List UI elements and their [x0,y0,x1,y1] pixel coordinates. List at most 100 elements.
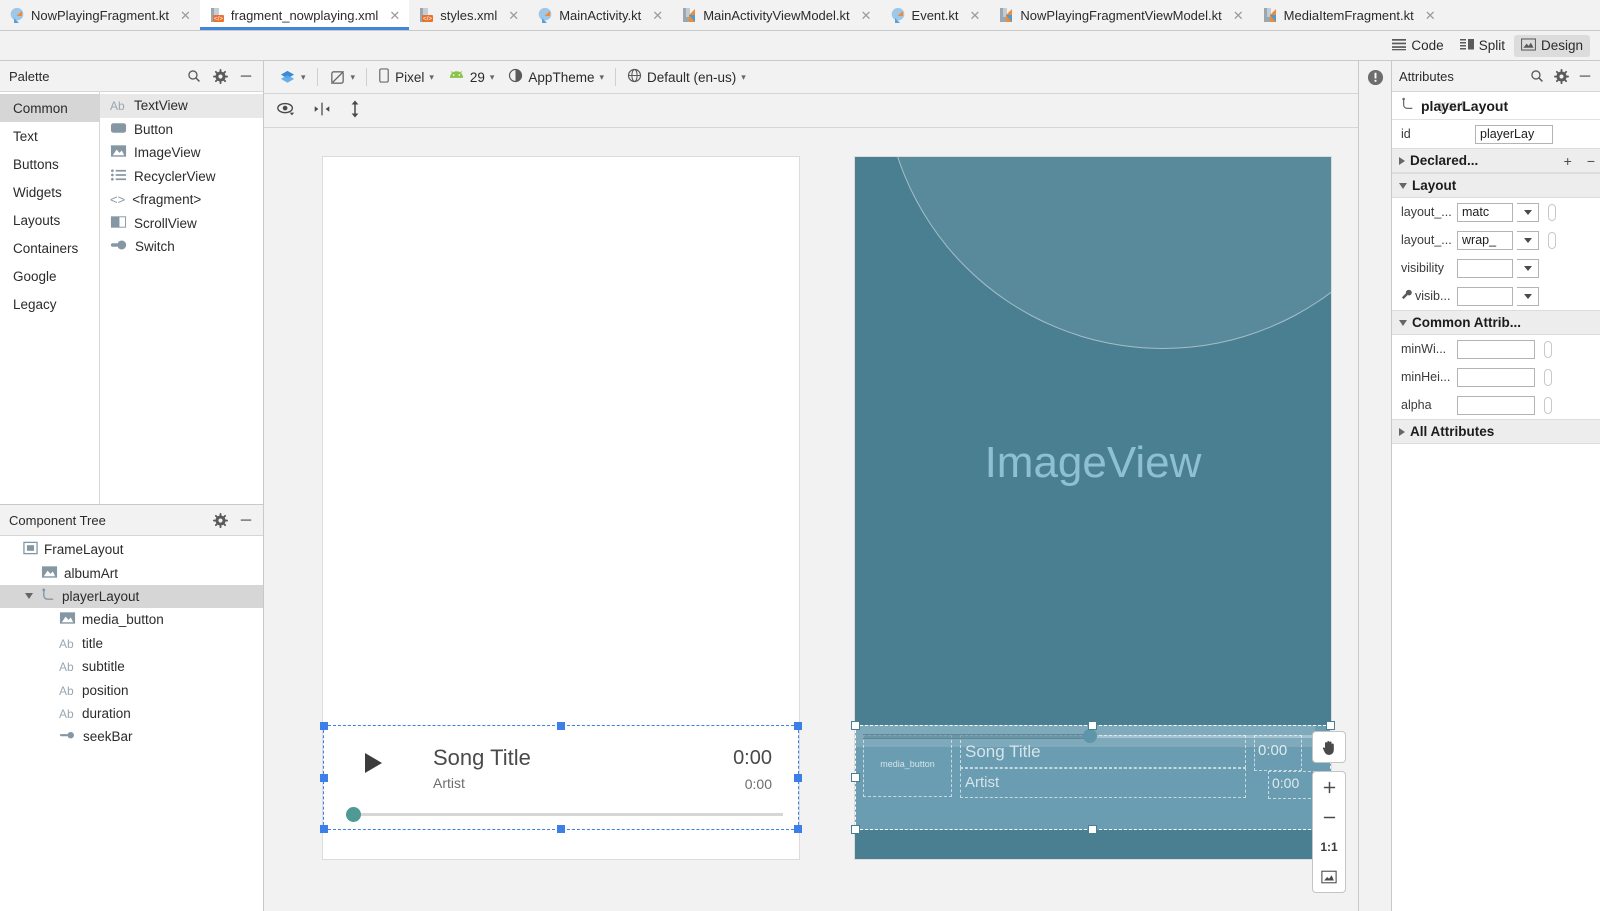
palette-category-containers[interactable]: Containers [0,234,99,262]
editor-tab[interactable]: MediaItemFragment.kt✕ [1253,0,1445,30]
component-tree-node-media_button[interactable]: media_button [0,608,263,631]
close-icon[interactable]: ✕ [389,9,400,22]
locale-selector[interactable]: Default (en-us) ▾ [620,66,753,88]
palette-item-scrollview[interactable]: ScrollView [100,212,263,236]
palette-item-textview[interactable]: AbTextView [100,94,263,118]
palette-category-common[interactable]: Common [0,94,99,122]
blueprint-seekbar-thumb[interactable] [1083,729,1097,743]
api-level-selector[interactable]: 29 ▾ [441,68,502,87]
component-tree-node-title[interactable]: Abtitle [0,632,263,655]
palette-category-layouts[interactable]: Layouts [0,206,99,234]
orientation-rotate-icon[interactable]: ▾ [322,67,363,88]
minimize-icon[interactable] [238,512,254,528]
palette-item-button[interactable]: Button [100,118,263,142]
editor-tab[interactable]: </>fragment_nowplaying.xml✕ [200,0,409,30]
palette-item-imageview[interactable]: ImageView [100,141,263,165]
align-horizontal-icon[interactable] [312,101,332,120]
close-icon[interactable]: ✕ [861,9,872,22]
zoom-in-icon[interactable] [1313,772,1345,802]
palette-category-legacy[interactable]: Legacy [0,290,99,318]
zoom-out-icon[interactable] [1313,802,1345,832]
component-tree-node-subtitle[interactable]: Absubtitle [0,655,263,678]
attribute-resource-picker[interactable] [1544,397,1552,414]
attribute-value-input[interactable] [1457,287,1513,306]
editor-tab[interactable]: NowPlayingFragment.kt✕ [0,0,200,30]
close-icon[interactable]: ✕ [180,9,191,22]
seekbar-thumb[interactable] [346,807,361,822]
close-icon[interactable]: ✕ [970,9,981,22]
palette-category-text[interactable]: Text [0,122,99,150]
blueprint-media-button[interactable]: media_button [863,735,952,797]
chevron-down-icon[interactable] [22,593,35,599]
search-icon[interactable] [1529,68,1545,84]
blueprint-player-layout[interactable]: media_button Song Title Artist 0:00 0:00 [855,725,1331,830]
zoom-to-fit-icon[interactable] [1313,862,1345,892]
attribute-value-input[interactable] [1457,340,1535,359]
component-tree-node-albumart[interactable]: albumArt [0,561,263,584]
seekbar-track[interactable] [355,813,783,816]
close-icon[interactable]: ✕ [508,9,519,22]
palette-item-fragment[interactable]: <><fragment> [100,188,263,212]
gear-icon[interactable] [1553,68,1569,84]
id-input[interactable]: playerLay [1475,125,1553,144]
blueprint-duration-view[interactable]: 0:00 [1268,771,1316,799]
play-triangle-icon[interactable] [365,753,382,773]
attribute-value-input[interactable] [1457,396,1535,415]
attribute-resource-picker[interactable] [1548,204,1556,221]
close-icon[interactable]: ✕ [1425,9,1436,22]
attribute-value-input[interactable]: wrap_ [1457,231,1513,250]
chevron-down-icon[interactable] [1517,259,1539,278]
warning-exclamation-icon[interactable] [1367,69,1384,911]
editor-mode-design-button[interactable]: Design [1514,35,1590,57]
design-surface-layers-icon[interactable]: ▾ [272,67,313,88]
component-tree-node-seekbar[interactable]: seekBar [0,725,263,748]
theme-selector[interactable]: AppTheme ▾ [501,66,611,88]
attribute-resource-picker[interactable] [1544,369,1552,386]
editor-tab[interactable]: </>styles.xml✕ [409,0,528,30]
blueprint-position-view[interactable]: 0:00 [1254,735,1302,771]
gear-icon[interactable] [212,68,228,84]
all-attributes-section-header[interactable]: All Attributes [1392,419,1600,444]
declared-attributes-section[interactable]: Declared... + − [1392,148,1600,173]
layout-section-header[interactable]: Layout [1392,173,1600,198]
component-tree-node-position[interactable]: Abposition [0,678,263,701]
plus-icon[interactable]: + [1559,153,1577,169]
close-icon[interactable]: ✕ [1233,9,1244,22]
minimize-icon[interactable] [238,68,254,84]
attribute-value-input[interactable] [1457,259,1513,278]
palette-item-switch[interactable]: Switch [100,235,263,259]
common-attributes-section-header[interactable]: Common Attrib... [1392,310,1600,335]
editor-mode-split-button[interactable]: Split [1453,35,1512,57]
design-canvas[interactable]: ImageView Song Title Artist 0:00 0:00 [264,128,1358,911]
component-tree-node-framelayout[interactable]: FrameLayout [0,538,263,561]
attribute-resource-picker[interactable] [1544,341,1552,358]
chevron-down-icon[interactable] [1517,203,1539,222]
blueprint-subtitle-view[interactable]: Artist [960,768,1246,798]
eye-icon[interactable] [276,101,296,120]
chevron-down-icon[interactable] [1517,287,1539,306]
attribute-value-input[interactable] [1457,368,1535,387]
minimize-icon[interactable] [1577,68,1593,84]
rendered-player-layout[interactable]: Song Title Artist 0:00 0:00 [323,725,799,830]
palette-category-google[interactable]: Google [0,262,99,290]
editor-tab[interactable]: Event.kt✕ [881,0,990,30]
expand-vertical-icon[interactable] [348,100,362,121]
editor-tab[interactable]: NowPlayingFragmentViewModel.kt✕ [989,0,1252,30]
attribute-value-input[interactable]: matc [1457,203,1513,222]
editor-tab[interactable]: MainActivity.kt✕ [528,0,672,30]
blueprint-title-view[interactable]: Song Title [960,735,1246,768]
palette-item-recyclerview[interactable]: RecyclerView [100,165,263,189]
component-tree-node-playerlayout[interactable]: playerLayout [0,585,263,608]
device-selector[interactable]: Pixel ▾ [371,66,441,88]
search-icon[interactable] [186,68,202,84]
editor-tab[interactable]: MainActivityViewModel.kt✕ [672,0,880,30]
chevron-down-icon[interactable] [1517,231,1539,250]
attribute-resource-picker[interactable] [1548,232,1556,249]
editor-mode-code-button[interactable]: Code [1385,35,1450,57]
gear-icon[interactable] [212,512,228,528]
close-icon[interactable]: ✕ [652,9,663,22]
component-tree-node-duration[interactable]: Abduration [0,702,263,725]
minus-icon[interactable]: − [1582,153,1600,169]
zoom-actual-size-button[interactable]: 1:1 [1313,832,1345,862]
palette-category-widgets[interactable]: Widgets [0,178,99,206]
